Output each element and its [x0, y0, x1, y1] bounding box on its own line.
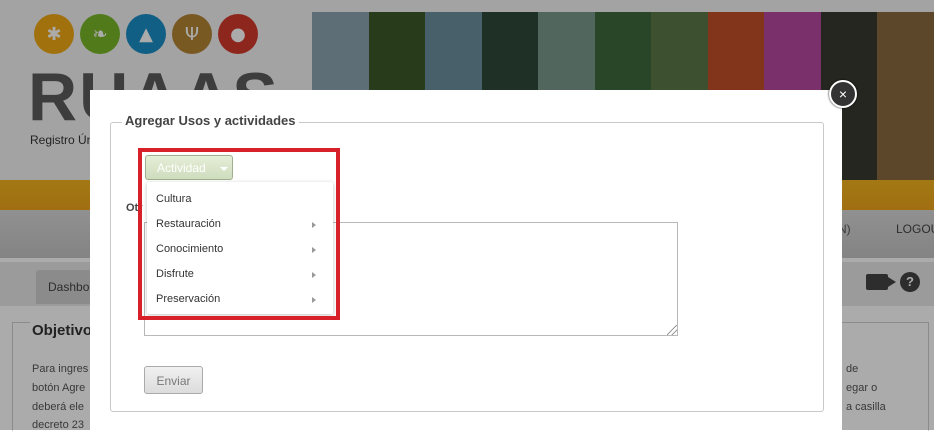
enviar-button[interactable]: Enviar [144, 366, 203, 394]
highlight-box [138, 148, 340, 320]
close-icon[interactable]: × [829, 80, 857, 108]
fieldset-legend: Agregar Usos y actividades [122, 113, 299, 128]
resize-handle-icon[interactable] [667, 325, 677, 335]
